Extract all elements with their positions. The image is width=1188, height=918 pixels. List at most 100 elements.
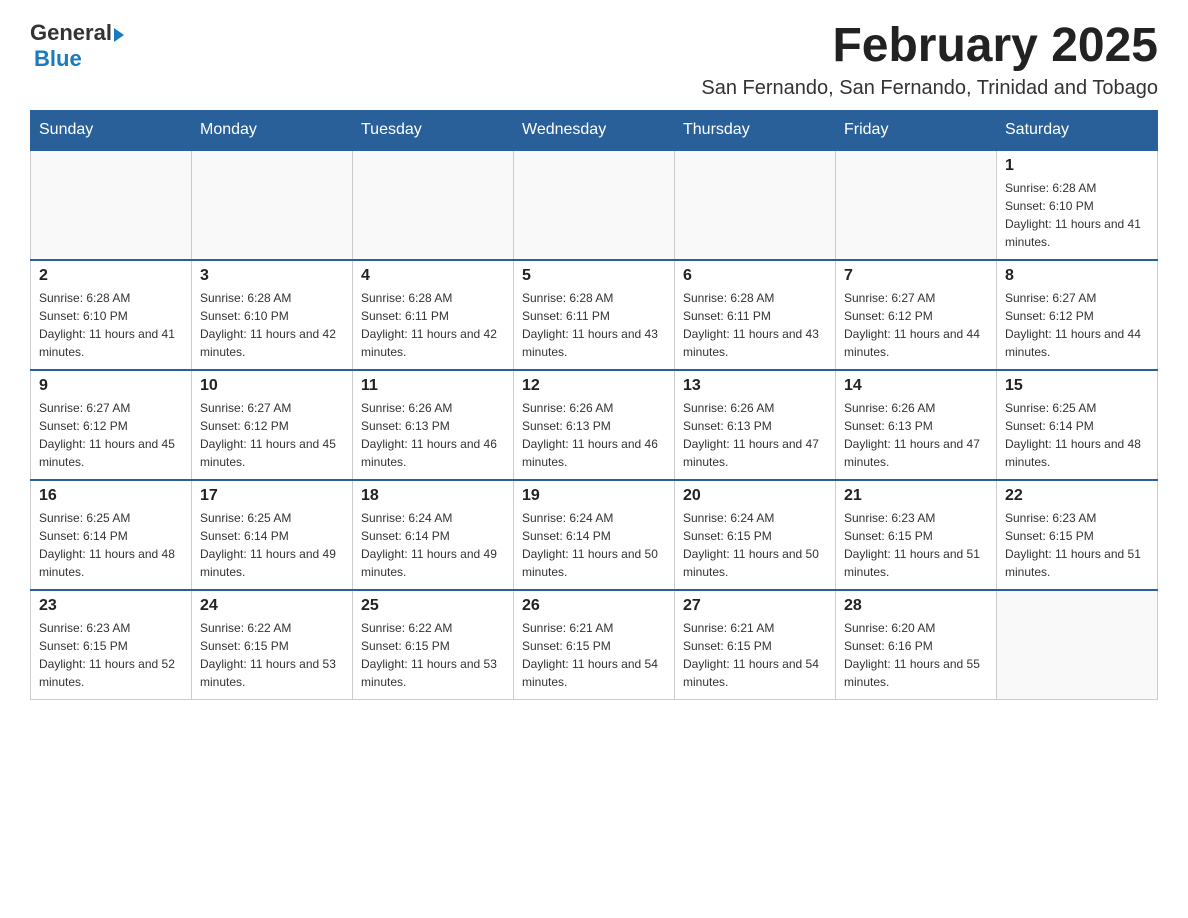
calendar-cell: 8 Sunrise: 6:27 AMSunset: 6:12 PMDaylight… (997, 260, 1158, 370)
page-header: General Blue February 2025 San Fernando,… (30, 20, 1158, 100)
calendar-cell: 7 Sunrise: 6:27 AMSunset: 6:12 PMDaylight… (836, 260, 997, 370)
day-info: Sunrise: 6:25 AMSunset: 6:14 PMDaylight:… (200, 509, 344, 581)
day-info: Sunrise: 6:28 AMSunset: 6:10 PMDaylight:… (200, 289, 344, 361)
calendar-week-row: 9 Sunrise: 6:27 AMSunset: 6:12 PMDaylight… (31, 370, 1158, 480)
calendar-cell: 4 Sunrise: 6:28 AMSunset: 6:11 PMDaylight… (353, 260, 514, 370)
day-info: Sunrise: 6:22 AMSunset: 6:15 PMDaylight:… (361, 619, 505, 691)
day-number: 28 (844, 597, 988, 615)
calendar-cell: 16 Sunrise: 6:25 AMSunset: 6:14 PMDayligh… (31, 480, 192, 590)
day-number: 13 (683, 377, 827, 395)
day-number: 16 (39, 487, 183, 505)
calendar-cell: 26 Sunrise: 6:21 AMSunset: 6:15 PMDayligh… (514, 590, 675, 700)
logo: General Blue (30, 20, 124, 72)
day-number: 21 (844, 487, 988, 505)
calendar-cell (997, 590, 1158, 700)
logo-text-blue: Blue (34, 46, 82, 72)
day-number: 12 (522, 377, 666, 395)
day-number: 22 (1005, 487, 1149, 505)
calendar-day-header: Thursday (675, 110, 836, 150)
calendar-cell: 23 Sunrise: 6:23 AMSunset: 6:15 PMDayligh… (31, 590, 192, 700)
calendar-cell: 18 Sunrise: 6:24 AMSunset: 6:14 PMDayligh… (353, 480, 514, 590)
logo-arrow-icon (114, 28, 124, 42)
day-info: Sunrise: 6:28 AMSunset: 6:10 PMDaylight:… (39, 289, 183, 361)
calendar-day-header: Monday (192, 110, 353, 150)
calendar-cell: 1 Sunrise: 6:28 AMSunset: 6:10 PMDaylight… (997, 150, 1158, 260)
day-number: 24 (200, 597, 344, 615)
day-number: 25 (361, 597, 505, 615)
day-info: Sunrise: 6:27 AMSunset: 6:12 PMDaylight:… (200, 399, 344, 471)
calendar-week-row: 1 Sunrise: 6:28 AMSunset: 6:10 PMDaylight… (31, 150, 1158, 260)
day-number: 10 (200, 377, 344, 395)
calendar-cell: 5 Sunrise: 6:28 AMSunset: 6:11 PMDaylight… (514, 260, 675, 370)
calendar-table: SundayMondayTuesdayWednesdayThursdayFrid… (30, 110, 1158, 701)
calendar-day-header: Friday (836, 110, 997, 150)
day-number: 5 (522, 267, 666, 285)
calendar-cell (514, 150, 675, 260)
calendar-cell: 25 Sunrise: 6:22 AMSunset: 6:15 PMDayligh… (353, 590, 514, 700)
day-info: Sunrise: 6:24 AMSunset: 6:14 PMDaylight:… (361, 509, 505, 581)
calendar-cell: 15Sunrise: 6:25 AMSunset: 6:14 PMDayligh… (997, 370, 1158, 480)
day-number: 11 (361, 377, 505, 395)
day-number: 26 (522, 597, 666, 615)
calendar-cell: 9 Sunrise: 6:27 AMSunset: 6:12 PMDaylight… (31, 370, 192, 480)
calendar-cell (836, 150, 997, 260)
calendar-cell: 6Sunrise: 6:28 AMSunset: 6:11 PMDaylight… (675, 260, 836, 370)
calendar-cell: 12 Sunrise: 6:26 AMSunset: 6:13 PMDayligh… (514, 370, 675, 480)
calendar-cell (192, 150, 353, 260)
calendar-week-row: 23 Sunrise: 6:23 AMSunset: 6:15 PMDayligh… (31, 590, 1158, 700)
day-info: Sunrise: 6:21 AMSunset: 6:15 PMDaylight:… (522, 619, 666, 691)
day-number: 19 (522, 487, 666, 505)
day-info: Sunrise: 6:24 AMSunset: 6:14 PMDaylight:… (522, 509, 666, 581)
day-number: 14 (844, 377, 988, 395)
calendar-cell: 13Sunrise: 6:26 AMSunset: 6:13 PMDayligh… (675, 370, 836, 480)
calendar-header-row: SundayMondayTuesdayWednesdayThursdayFrid… (31, 110, 1158, 150)
calendar-cell: 11 Sunrise: 6:26 AMSunset: 6:13 PMDayligh… (353, 370, 514, 480)
day-info: Sunrise: 6:27 AMSunset: 6:12 PMDaylight:… (844, 289, 988, 361)
calendar-day-header: Sunday (31, 110, 192, 150)
calendar-cell (675, 150, 836, 260)
day-info: Sunrise: 6:28 AMSunset: 6:11 PMDaylight:… (522, 289, 666, 361)
day-number: 1 (1005, 157, 1149, 175)
title-block: February 2025 San Fernando, San Fernando… (701, 20, 1158, 100)
day-info: Sunrise: 6:26 AMSunset: 6:13 PMDaylight:… (522, 399, 666, 471)
calendar-cell: 14Sunrise: 6:26 AMSunset: 6:13 PMDayligh… (836, 370, 997, 480)
day-info: Sunrise: 6:28 AMSunset: 6:11 PMDaylight:… (361, 289, 505, 361)
calendar-week-row: 16 Sunrise: 6:25 AMSunset: 6:14 PMDayligh… (31, 480, 1158, 590)
calendar-week-row: 2 Sunrise: 6:28 AMSunset: 6:10 PMDaylight… (31, 260, 1158, 370)
day-number: 4 (361, 267, 505, 285)
day-info: Sunrise: 6:28 AMSunset: 6:10 PMDaylight:… (1005, 179, 1149, 251)
calendar-cell (353, 150, 514, 260)
day-info: Sunrise: 6:27 AMSunset: 6:12 PMDaylight:… (39, 399, 183, 471)
calendar-cell: 27 Sunrise: 6:21 AMSunset: 6:15 PMDayligh… (675, 590, 836, 700)
calendar-cell: 28 Sunrise: 6:20 AMSunset: 6:16 PMDayligh… (836, 590, 997, 700)
day-number: 18 (361, 487, 505, 505)
location-title: San Fernando, San Fernando, Trinidad and… (701, 77, 1158, 100)
day-number: 20 (683, 487, 827, 505)
day-number: 2 (39, 267, 183, 285)
calendar-day-header: Tuesday (353, 110, 514, 150)
calendar-day-header: Saturday (997, 110, 1158, 150)
calendar-cell: 3 Sunrise: 6:28 AMSunset: 6:10 PMDaylight… (192, 260, 353, 370)
day-number: 3 (200, 267, 344, 285)
day-info: Sunrise: 6:25 AMSunset: 6:14 PMDaylight:… (1005, 399, 1149, 471)
calendar-cell (31, 150, 192, 260)
day-info: Sunrise: 6:28 AMSunset: 6:11 PMDaylight:… (683, 289, 827, 361)
day-number: 8 (1005, 267, 1149, 285)
day-info: Sunrise: 6:21 AMSunset: 6:15 PMDaylight:… (683, 619, 827, 691)
day-info: Sunrise: 6:25 AMSunset: 6:14 PMDaylight:… (39, 509, 183, 581)
day-number: 27 (683, 597, 827, 615)
day-info: Sunrise: 6:24 AMSunset: 6:15 PMDaylight:… (683, 509, 827, 581)
calendar-cell: 22 Sunrise: 6:23 AMSunset: 6:15 PMDayligh… (997, 480, 1158, 590)
day-info: Sunrise: 6:27 AMSunset: 6:12 PMDaylight:… (1005, 289, 1149, 361)
day-info: Sunrise: 6:26 AMSunset: 6:13 PMDaylight:… (361, 399, 505, 471)
calendar-cell: 24Sunrise: 6:22 AMSunset: 6:15 PMDayligh… (192, 590, 353, 700)
month-title: February 2025 (701, 20, 1158, 73)
day-number: 23 (39, 597, 183, 615)
day-info: Sunrise: 6:23 AMSunset: 6:15 PMDaylight:… (39, 619, 183, 691)
calendar-day-header: Wednesday (514, 110, 675, 150)
day-info: Sunrise: 6:23 AMSunset: 6:15 PMDaylight:… (1005, 509, 1149, 581)
day-info: Sunrise: 6:20 AMSunset: 6:16 PMDaylight:… (844, 619, 988, 691)
day-number: 9 (39, 377, 183, 395)
day-number: 7 (844, 267, 988, 285)
calendar-cell: 10 Sunrise: 6:27 AMSunset: 6:12 PMDayligh… (192, 370, 353, 480)
